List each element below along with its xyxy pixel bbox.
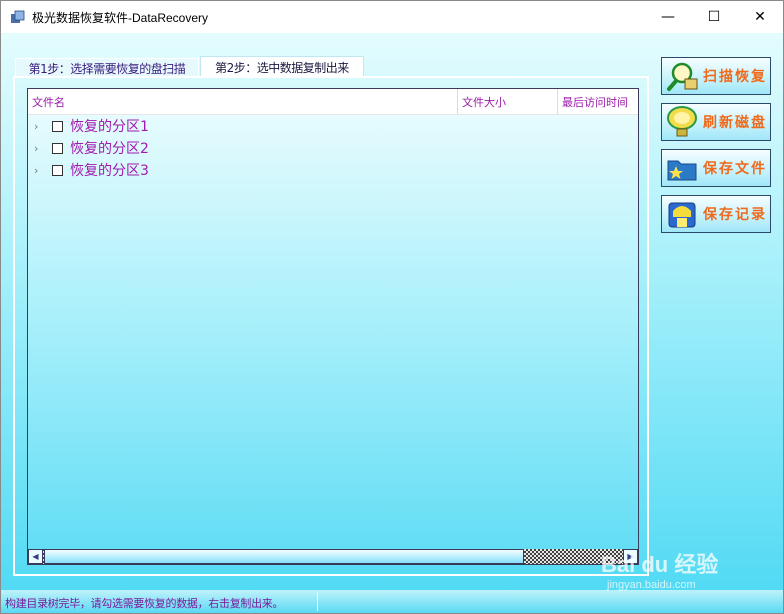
save-record-button[interactable]: 保存记录: [661, 195, 771, 233]
scrollbar-thumb[interactable]: [44, 549, 524, 564]
close-button[interactable]: ✕: [737, 1, 783, 33]
status-message: 构建目录树完毕，请勾选需要恢复的数据，右击复制出来。: [5, 597, 284, 610]
horizontal-scrollbar[interactable]: ◀ ▶: [28, 549, 638, 564]
tab-step1[interactable]: 第1步：选择需要恢复的盘扫描: [15, 58, 199, 78]
baidu-watermark: Bai du 经验 jingyan.baidu.com: [601, 541, 751, 601]
tree-header: 文件名 文件大小 最后访问时间: [28, 89, 638, 115]
refresh-disk-icon: [667, 106, 697, 137]
window-title: 极光数据恢复软件-DataRecovery: [32, 11, 209, 25]
save-file-icon: [667, 160, 697, 181]
refresh-disk-label: 刷新磁盘: [703, 115, 767, 131]
file-tree-view[interactable]: 文件名 文件大小 最后访问时间 › 恢复的分区1 › 恢复的分区2 › 恢复的分…: [27, 88, 639, 565]
column-header-filename[interactable]: 文件名: [28, 89, 458, 114]
column-header-last-access[interactable]: 最后访问时间: [558, 89, 638, 114]
tree-node[interactable]: › 恢复的分区1: [34, 116, 149, 136]
magnifier-scan-icon: [667, 62, 698, 91]
node-checkbox[interactable]: [52, 120, 63, 132]
watermark-brand: Bai du 经验: [601, 552, 719, 577]
expand-arrow-icon[interactable]: ›: [34, 142, 44, 155]
tree-node-label[interactable]: 恢复的分区2: [70, 138, 149, 158]
title-bar[interactable]: 极光数据恢复软件-DataRecovery — ☐ ✕: [1, 1, 783, 33]
status-separator: [317, 592, 318, 611]
scan-recover-label: 扫描恢复: [703, 69, 767, 85]
expand-arrow-icon[interactable]: ›: [34, 120, 44, 133]
node-checkbox[interactable]: [52, 142, 63, 154]
maximize-button[interactable]: ☐: [691, 1, 737, 33]
watermark-url: jingyan.baidu.com: [607, 579, 696, 591]
node-checkbox[interactable]: [52, 164, 63, 176]
tree-node-label[interactable]: 恢复的分区3: [70, 160, 149, 180]
minimize-button[interactable]: —: [645, 1, 691, 33]
save-file-label: 保存文件: [703, 161, 767, 177]
tree-node[interactable]: › 恢复的分区2: [34, 138, 149, 158]
expand-arrow-icon[interactable]: ›: [34, 164, 44, 177]
save-record-label: 保存记录: [703, 207, 767, 223]
tree-node[interactable]: › 恢复的分区3: [34, 160, 149, 180]
save-record-icon: [668, 202, 696, 228]
app-window: 极光数据恢复软件-DataRecovery — ☐ ✕ 第1步：选择需要恢复的盘…: [0, 0, 784, 614]
scroll-left-button[interactable]: ◀: [28, 549, 43, 564]
tree-node-label[interactable]: 恢复的分区1: [70, 116, 149, 136]
scan-recover-button[interactable]: 扫描恢复: [661, 57, 771, 95]
column-header-filesize[interactable]: 文件大小: [458, 89, 558, 114]
app-logo-icon: [11, 10, 25, 23]
tab-step2[interactable]: 第2步：选中数据复制出来: [200, 56, 364, 78]
refresh-disk-button[interactable]: 刷新磁盘: [661, 103, 771, 141]
save-file-button[interactable]: 保存文件: [661, 149, 771, 187]
